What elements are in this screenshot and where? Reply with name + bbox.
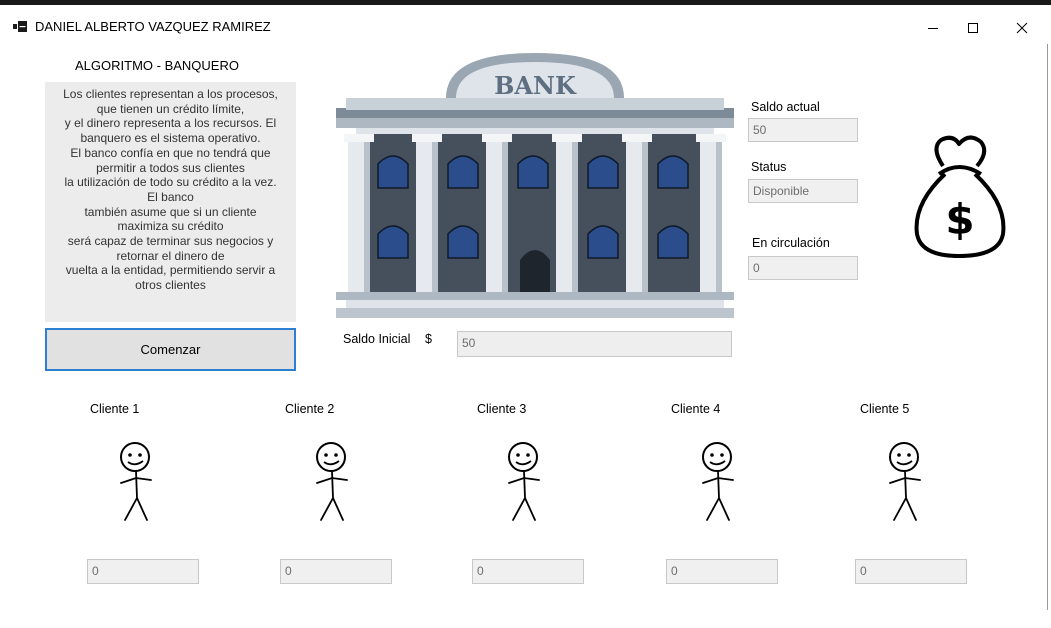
- close-icon: [1016, 22, 1028, 34]
- maximize-button[interactable]: [950, 10, 996, 46]
- window-title: DANIEL ALBERTO VAZQUEZ RAMIREZ: [35, 19, 271, 34]
- description-line: maximiza su crédito: [117, 219, 224, 234]
- circulation-field[interactable]: 0: [748, 256, 858, 280]
- client-4-value-field[interactable]: 0: [666, 559, 778, 584]
- algorithm-title: ALGORITMO - BANQUERO: [75, 58, 239, 73]
- money-bag-icon: $: [914, 135, 1006, 258]
- client-4-stick-figure-icon: [702, 442, 734, 521]
- description-line: retornar el dinero de: [116, 248, 225, 263]
- currency-symbol: $: [425, 332, 432, 346]
- client-2-value-field[interactable]: 0: [280, 559, 392, 584]
- circulation-label: En circulación: [752, 236, 830, 250]
- description-line: vuelta a la entidad, permitiendo servir …: [65, 263, 276, 278]
- client-3-stick-figure-icon: [508, 442, 540, 521]
- description-line: y el dinero representa a los recursos. E…: [64, 116, 277, 131]
- description-line: El banco: [147, 189, 194, 204]
- client-4-label: Cliente 4: [671, 402, 721, 416]
- status-label: Status: [751, 160, 787, 174]
- client-1-value-field[interactable]: 0: [87, 559, 199, 584]
- current-balance-label: Saldo actual: [751, 100, 820, 114]
- description-line: también asume que si un cliente: [84, 204, 257, 219]
- client-1-label: Cliente 1: [90, 402, 140, 416]
- description-line: otros clientes: [135, 278, 206, 293]
- title-bar[interactable]: DANIEL ALBERTO VAZQUEZ RAMIREZ: [0, 5, 1051, 41]
- description-line: banquero es el sistema operativo.: [80, 131, 261, 146]
- client-5-label: Cliente 5: [860, 402, 910, 416]
- algorithm-description: Los clientes representan a los procesos,…: [45, 82, 296, 322]
- bank-building-illustration: BANK: [336, 53, 734, 318]
- maximize-icon: [968, 23, 978, 33]
- status-field[interactable]: Disponible: [748, 179, 858, 203]
- close-button[interactable]: [999, 10, 1045, 46]
- client-5-value-field[interactable]: 0: [855, 559, 967, 584]
- minimize-icon: [928, 28, 938, 29]
- description-line: Los clientes representan a los procesos,: [63, 87, 278, 101]
- initial-balance-label: Saldo Inicial: [343, 332, 411, 346]
- client-2-label: Cliente 2: [285, 402, 335, 416]
- description-line: será capaz de terminar sus negocios y: [67, 234, 274, 249]
- app-window-icon: [13, 21, 27, 32]
- description-line: que tienen un crédito límite,: [96, 101, 245, 116]
- current-balance-field[interactable]: 50: [748, 118, 858, 142]
- money-bag-symbol: $: [945, 195, 974, 244]
- bank-sign: BANK: [494, 71, 577, 100]
- client-3-label: Cliente 3: [477, 402, 527, 416]
- client-3-value-field[interactable]: 0: [472, 559, 584, 584]
- description-line: la utilización de todo su crédito a la v…: [64, 175, 277, 190]
- client-5-stick-figure-icon: [889, 442, 921, 521]
- description-line: El banco confía en que no tendrá que: [70, 145, 271, 160]
- start-button[interactable]: Comenzar: [45, 328, 296, 371]
- initial-balance-input[interactable]: 50: [457, 331, 732, 357]
- description-line: permitir a todos sus clientes: [96, 160, 245, 175]
- client-2-stick-figure-icon: [316, 442, 348, 521]
- window-right-border: [1047, 44, 1048, 610]
- client-1-stick-figure-icon: [120, 442, 152, 521]
